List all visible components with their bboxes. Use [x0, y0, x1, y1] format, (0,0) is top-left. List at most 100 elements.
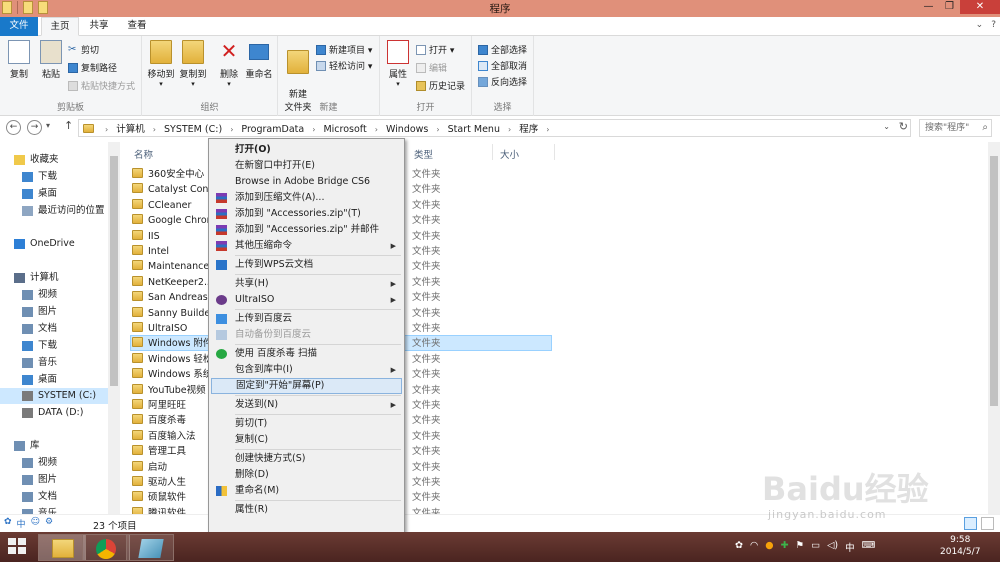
context-menu-item[interactable]: UltraISO ▶	[211, 292, 402, 308]
taskbar-app-button[interactable]	[126, 534, 174, 561]
copy-button[interactable]: 复制	[6, 40, 32, 80]
easy-access-button[interactable]: 轻松访问 ▾	[316, 59, 372, 72]
close-button[interactable]: ✕	[960, 0, 1000, 14]
nav-item[interactable]: 文档	[0, 321, 57, 337]
plus-icon[interactable]: ✚	[781, 540, 789, 554]
context-menu-item[interactable]: 包含到库中(I) ▶	[211, 362, 402, 378]
select-all-button[interactable]: 全部选择	[478, 43, 527, 56]
nav-item[interactable]: 收藏夹	[0, 152, 59, 168]
nav-item[interactable]: 音乐	[0, 355, 57, 371]
up-button[interactable]: ↑	[64, 119, 73, 132]
context-menu-item[interactable]: Browse in Adobe Bridge CS6	[211, 174, 402, 190]
keyboard-icon[interactable]: ⌨	[862, 540, 876, 554]
context-menu-item[interactable]: 删除(D)	[211, 467, 402, 483]
breadcrumb-item[interactable]: Microsoft	[323, 124, 366, 135]
file-row[interactable]: 阿里旺旺	[132, 398, 186, 413]
file-row[interactable]: 驱动人生	[132, 475, 186, 490]
start-button[interactable]	[8, 538, 28, 556]
file-row[interactable]: Windows 系统	[132, 367, 212, 382]
taskbar-chrome-button[interactable]	[82, 534, 130, 561]
new-item-button[interactable]: 新建项目 ▾	[316, 43, 372, 56]
paste-button[interactable]: 粘贴	[38, 40, 64, 80]
wifi-icon[interactable]: ◠	[750, 540, 758, 554]
taskbar-explorer-button[interactable]	[38, 534, 86, 561]
file-row[interactable]: San Andreas M	[132, 290, 219, 305]
context-menu-item[interactable]: 自动备份到百度云	[211, 327, 402, 343]
details-view-button[interactable]	[964, 517, 977, 530]
paste-shortcut-button[interactable]: 粘贴快捷方式	[68, 79, 135, 92]
file-row[interactable]: UltraISO	[132, 321, 187, 336]
file-row[interactable]: Intel	[132, 244, 169, 259]
history-button[interactable]: 历史记录	[416, 79, 465, 92]
breadcrumb-item[interactable]: Windows	[386, 124, 428, 135]
context-menu-item[interactable]: 复制(C)	[211, 432, 402, 448]
refresh-icon[interactable]: ↻	[899, 120, 908, 133]
properties-button[interactable]: 属性 ▾	[386, 40, 410, 88]
select-none-button[interactable]: 全部取消	[478, 59, 527, 72]
address-dropdown-button[interactable]: ⌄	[883, 122, 890, 131]
forward-button[interactable]: →	[27, 120, 42, 135]
nav-item[interactable]: 图片	[0, 304, 57, 320]
context-menu-item[interactable]: 创建快捷方式(S)	[211, 451, 402, 467]
move-to-button[interactable]: 移动到 ▾	[146, 40, 176, 88]
file-row[interactable]: 硕鼠软件	[132, 490, 186, 505]
tab-share[interactable]: 共享	[82, 17, 116, 36]
copy-to-button[interactable]: 复制到 ▾	[178, 40, 208, 88]
minimize-button[interactable]: —	[918, 0, 939, 14]
context-menu-item[interactable]: 共享(H) ▶	[211, 276, 402, 292]
file-row[interactable]: 360安全中心	[132, 167, 204, 182]
large-icons-view-button[interactable]	[981, 517, 994, 530]
file-row[interactable]: Windows 轻松	[132, 352, 212, 367]
clock[interactable]: 9:58 2014/5/7	[940, 534, 980, 558]
context-menu-item[interactable]: 打开(O)	[211, 142, 402, 158]
file-row[interactable]: YouTube视频	[132, 383, 206, 398]
volume-icon[interactable]: ◁)	[827, 540, 838, 554]
recent-locations-button[interactable]: ▾	[46, 121, 50, 130]
nav-item[interactable]: 计算机	[0, 270, 59, 286]
nav-item[interactable]: 下载	[0, 338, 57, 354]
context-menu-item[interactable]: 添加到 "Accessories.zip"(T)	[211, 206, 402, 222]
antivirus-icon[interactable]: ●	[765, 540, 773, 554]
file-row[interactable]: Catalyst Contr	[132, 182, 216, 197]
nav-item[interactable]: 库	[0, 438, 40, 454]
file-row[interactable]: Windows 附件	[132, 336, 212, 351]
file-row[interactable]: 百度输入法	[132, 429, 196, 444]
context-menu-item[interactable]: 上传到百度云	[211, 311, 402, 327]
maximize-button[interactable]: ❐	[939, 0, 960, 14]
address-bar[interactable]: › 计算机 › SYSTEM (C:) › ProgramData › Micr…	[78, 119, 911, 137]
file-row[interactable]: IIS	[132, 229, 160, 244]
context-menu-item[interactable]: 其他压缩命令 ▶	[211, 238, 402, 254]
nav-scrollbar[interactable]	[108, 142, 120, 514]
search-input[interactable]: 搜索"程序" ⌕	[919, 119, 992, 137]
tab-file[interactable]: 文件	[0, 17, 38, 36]
context-menu-item[interactable]: 上传到WPS云文档	[211, 257, 402, 273]
nav-item[interactable]: OneDrive	[0, 236, 75, 252]
file-row[interactable]: 百度杀毒	[132, 413, 186, 428]
nav-item[interactable]: 最近访问的位置	[0, 203, 105, 219]
context-menu-item[interactable]: 添加到 "Accessories.zip" 并邮件	[211, 222, 402, 238]
ime-indicator[interactable]: 中	[845, 540, 855, 554]
context-menu-item[interactable]: 剪切(T)	[211, 416, 402, 432]
context-menu-item[interactable]: 发送到(N) ▶	[211, 397, 402, 413]
nav-item[interactable]: 桌面	[0, 372, 57, 388]
context-menu-item[interactable]: 在新窗口中打开(E)	[211, 158, 402, 174]
breadcrumb-item[interactable]: 程序	[519, 124, 538, 135]
file-row[interactable]: 启动	[132, 460, 167, 475]
breadcrumb-item[interactable]: Start Menu	[448, 124, 500, 135]
paw-icon[interactable]: ✿	[735, 540, 743, 554]
column-header-name[interactable]: 名称	[134, 147, 153, 161]
context-menu-item[interactable]: 使用 百度杀毒 扫描	[211, 346, 402, 362]
nav-item[interactable]: 文档	[0, 489, 57, 505]
help-icon[interactable]: ?	[991, 20, 996, 30]
nav-item[interactable]: DATA (D:)	[0, 405, 83, 421]
context-menu-item[interactable]: 重命名(M)	[211, 483, 402, 499]
nav-item[interactable]: 视频	[0, 455, 57, 471]
breadcrumb-item[interactable]: 计算机	[116, 124, 145, 135]
nav-item[interactable]: 桌面	[0, 186, 57, 202]
breadcrumb-item[interactable]: ProgramData	[241, 124, 304, 135]
breadcrumb-item[interactable]: SYSTEM (C:)	[164, 124, 222, 135]
file-row[interactable]: Maintenance	[132, 259, 209, 274]
tab-home[interactable]: 主页	[41, 17, 79, 36]
file-row[interactable]: 管理工具	[132, 444, 186, 459]
nav-item[interactable]: 视频	[0, 287, 57, 303]
